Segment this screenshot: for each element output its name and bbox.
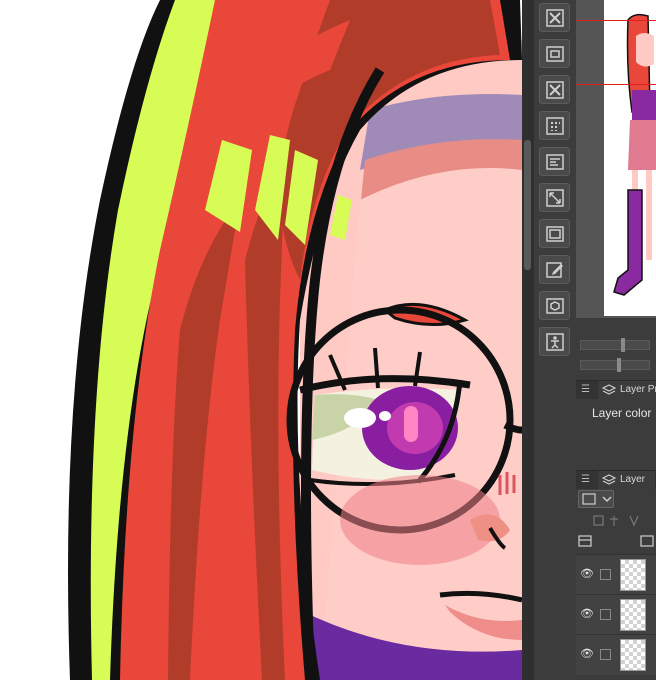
navigator-artwork-thumbnail [604, 0, 656, 316]
layer-property-icon [602, 384, 616, 395]
eye-icon[interactable]: 👁 [580, 649, 594, 660]
layer-thumbnail [620, 559, 646, 591]
layer-thumbnail [620, 599, 646, 631]
tool-button-8[interactable] [539, 255, 570, 284]
figure-icon [546, 333, 564, 351]
window-icon [546, 226, 564, 242]
right-panel: ☰ Layer Pr Layer color ☰ Layer 👁 � [576, 0, 656, 680]
canvas-scrollbar-thumb[interactable] [524, 140, 531, 270]
tool-button-6[interactable] [539, 183, 570, 212]
layer-option-icons[interactable] [590, 514, 650, 527]
layer-row[interactable]: 👁 [576, 634, 656, 675]
eye-icon[interactable]: 👁 [580, 609, 594, 620]
layer-property-header: ☰ Layer Pr [576, 380, 656, 399]
panel-menu-icon[interactable]: ☰ [581, 385, 590, 395]
navigator-controls [576, 328, 656, 374]
navigator-preview[interactable] [604, 0, 656, 316]
tool-button-7[interactable] [539, 219, 570, 248]
layer-row[interactable]: 👁 [576, 594, 656, 635]
tab-layer-label: Layer [620, 474, 646, 485]
tab-layer-property[interactable]: Layer Pr [598, 381, 656, 399]
tool-button-4[interactable] [539, 111, 570, 140]
rotate-slider-knob[interactable] [617, 358, 621, 372]
x-box-icon [546, 81, 564, 99]
tool-button-5[interactable] [539, 147, 570, 176]
canvas-scrollbar[interactable] [522, 0, 534, 680]
tool-button-9[interactable] [539, 291, 570, 320]
layer-list-icon[interactable] [578, 534, 592, 548]
blend-mode-dropdown[interactable] [578, 490, 614, 508]
layout-icon [546, 154, 564, 170]
rotate-slider[interactable] [580, 358, 650, 372]
artwork-illustration [68, 0, 522, 680]
layer-thumbnail [620, 639, 646, 671]
x-box-icon [546, 9, 564, 27]
edit-icon [546, 262, 563, 278]
resize-icon [546, 189, 564, 207]
grid-icon [546, 117, 564, 135]
tool-button-1[interactable] [539, 3, 570, 32]
drawing-canvas[interactable] [0, 0, 522, 680]
eye-icon[interactable]: 👁 [580, 569, 594, 580]
view-frame-bottom [576, 84, 656, 85]
layer-color-label: Layer color [592, 406, 652, 420]
layer-panel-header: ☰ Layer [576, 470, 656, 489]
tab-layer[interactable]: Layer [598, 471, 656, 489]
layer-row[interactable]: 👁 [576, 554, 656, 595]
new-layer-icon[interactable] [640, 534, 654, 548]
tool-button-3[interactable] [539, 75, 570, 104]
3d-object-icon [546, 298, 564, 314]
layer-toolbar [576, 488, 656, 552]
zoom-slider[interactable] [580, 338, 650, 352]
panel-menu-icon[interactable]: ☰ [581, 475, 590, 485]
tool-button-10[interactable] [539, 327, 570, 356]
tab-layer-property-label: Layer Pr [620, 384, 656, 395]
tool-button-2[interactable] [539, 39, 570, 68]
zoom-slider-knob[interactable] [621, 338, 625, 352]
layer-lock-checkbox[interactable] [600, 649, 611, 660]
layers-icon [602, 474, 616, 485]
layer-lock-options-icon [593, 515, 639, 527]
chevron-down-icon [582, 493, 612, 505]
command-bar [534, 0, 577, 680]
navigator-panel [576, 0, 656, 318]
layer-lock-checkbox[interactable] [600, 609, 611, 620]
layer-lock-checkbox[interactable] [600, 569, 611, 580]
view-frame-top [576, 20, 656, 21]
image-box-icon [546, 46, 564, 62]
